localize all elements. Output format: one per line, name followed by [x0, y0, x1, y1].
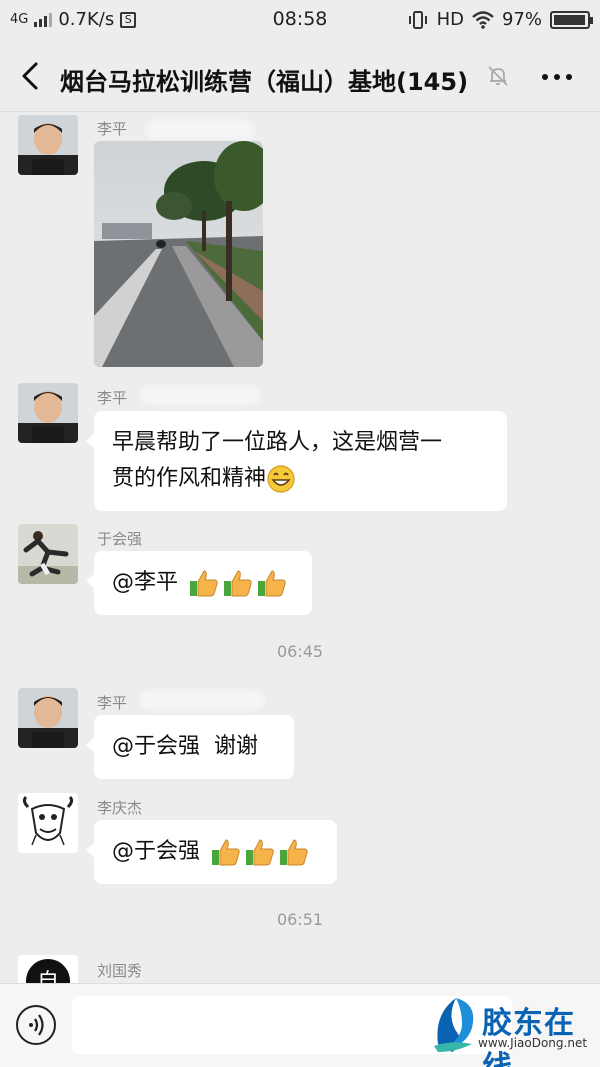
voice-icon	[29, 1014, 44, 1036]
message-text: @于会强 谢谢	[112, 734, 258, 759]
message-bubble[interactable]: @于会强	[86, 820, 337, 884]
vibrate-icon	[408, 10, 427, 29]
message-text: 贯的作风和精神	[112, 466, 267, 491]
grin-emoji-icon	[267, 465, 295, 493]
sender-name: 刘国秀	[97, 962, 143, 980]
sender-name: 李庆杰	[97, 799, 143, 817]
chat-title: 烟台马拉松训练营（福山）基地(145)	[60, 68, 469, 96]
chat-header: 烟台马拉松训练营（福山）基地(145)	[0, 40, 600, 112]
watermark-name: 胶东在线	[482, 1006, 575, 1067]
timestamp: 06:45	[276, 642, 324, 661]
thumbs-up-icon	[212, 839, 240, 866]
more-options-button[interactable]	[542, 74, 572, 80]
watermark-url: www.JiaoDong.net	[478, 1036, 588, 1050]
message-text-line: 早晨帮助了一位路人，这是烟营一	[112, 430, 443, 455]
sender-name: 李平	[97, 389, 128, 407]
battery-percent: 97%	[501, 9, 542, 30]
message-text: @于会强	[112, 839, 201, 864]
avatar-li-ping[interactable]	[18, 383, 78, 443]
blurred-nickname	[145, 120, 255, 140]
thumbs-up-icon	[190, 570, 218, 597]
thumbs-up-emojis	[210, 836, 310, 868]
message-text-line-2: 贯的作风和精神	[112, 461, 489, 497]
thumbs-up-icon	[246, 839, 274, 866]
thumbs-up-icon	[224, 570, 252, 597]
wifi-icon	[472, 10, 494, 29]
back-arrow-icon[interactable]	[16, 60, 46, 92]
message-bubble[interactable]: 早晨帮助了一位路人，这是烟营一 贯的作风和精神	[86, 411, 507, 511]
blurred-nickname	[140, 690, 265, 710]
voice-input-button[interactable]	[16, 1005, 56, 1045]
avatar-li-ping[interactable]	[18, 688, 78, 748]
message-text: @李平	[112, 570, 179, 595]
sender-name: 李平	[97, 694, 128, 712]
blurred-nickname	[140, 385, 260, 405]
hd-label: HD	[436, 9, 464, 30]
avatar-yu-huiqiang[interactable]	[18, 524, 78, 584]
chat-photo[interactable]	[94, 141, 263, 367]
status-right: HD 97%	[407, 9, 593, 30]
avatar-li-qingjie[interactable]	[18, 793, 78, 853]
message-bubble[interactable]: @于会强 谢谢	[86, 715, 294, 779]
battery-icon	[550, 10, 593, 29]
avatar-li-ping[interactable]	[18, 115, 78, 175]
thumbs-up-icon	[280, 839, 308, 866]
svg-text:自: 自	[37, 970, 59, 983]
sender-name: 于会强	[97, 530, 143, 548]
message-bubble[interactable]: @李平	[86, 551, 312, 615]
muted-bell-icon	[488, 66, 508, 86]
thumbs-up-emojis	[188, 567, 288, 599]
thumbs-up-icon	[258, 570, 286, 597]
sender-name: 李平	[97, 120, 128, 138]
avatar-liu-guoxiu[interactable]: 自	[18, 955, 78, 983]
timestamp: 06:51	[276, 910, 324, 929]
status-bar: 4G 0.7K/s S 08:58 HD 97%	[0, 0, 600, 40]
